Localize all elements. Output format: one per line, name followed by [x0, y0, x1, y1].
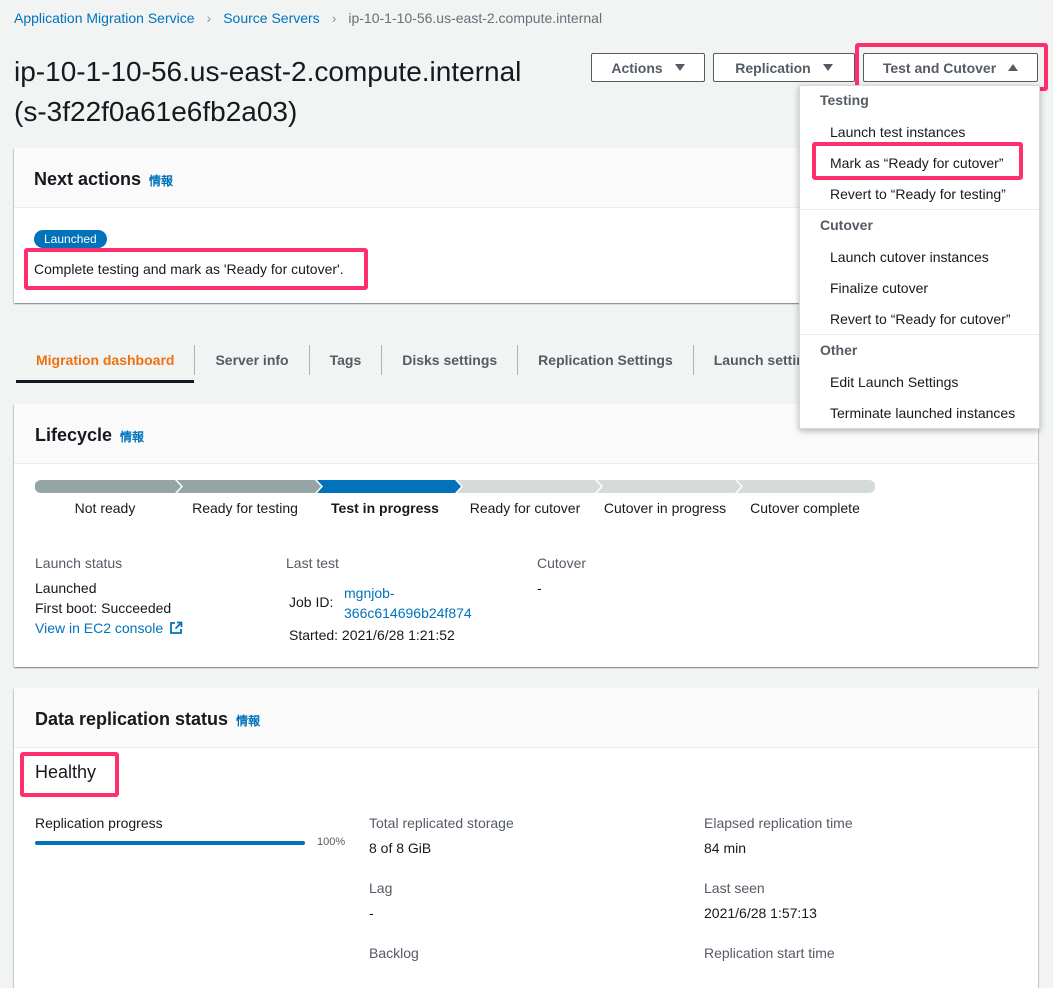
last-seen-value: 2021/6/28 1:57:13: [704, 905, 817, 921]
next-action-message: Complete testing and mark as 'Ready for …: [34, 261, 344, 277]
cutover-value: -: [537, 580, 542, 596]
next-actions-title: Next actions 情報: [34, 169, 173, 190]
tab-replication-settings[interactable]: Replication Settings: [517, 345, 693, 375]
lag-label: Lag: [369, 880, 393, 896]
chevron-right-icon: ›: [206, 10, 212, 26]
menu-divider: [800, 334, 1039, 335]
first-boot-status: First boot: Succeeded: [35, 600, 172, 616]
total-storage-label: Total replicated storage: [369, 815, 514, 831]
menu-item-launch-cutover-instances[interactable]: Launch cutover instances: [830, 249, 989, 265]
info-link[interactable]: 情報: [236, 714, 260, 728]
total-storage-value: 8 of 8 GiB: [369, 840, 432, 856]
menu-item-terminate-launched-instances[interactable]: Terminate launched instances: [830, 405, 1015, 421]
actions-button-label: Actions: [611, 59, 663, 76]
tab-disks-settings[interactable]: Disks settings: [381, 345, 517, 375]
active-tab-indicator: [16, 380, 194, 383]
lifecycle-step-test-in-progress: Test in progress: [331, 500, 439, 516]
tab-migration-dashboard[interactable]: Migration dashboard: [16, 345, 194, 375]
menu-group-other: Other: [820, 342, 858, 358]
breadcrumb-link-service[interactable]: Application Migration Service: [14, 10, 195, 26]
elapsed-time-value: 84 min: [704, 840, 747, 856]
replication-health-status: Healthy: [35, 762, 97, 782]
data-replication-title: Data replication status 情報: [35, 709, 260, 730]
info-link[interactable]: 情報: [120, 430, 144, 444]
lifecycle-step-bar-cutover-complete: [737, 480, 875, 493]
status-badge: Launched: [34, 230, 107, 248]
lifecycle-step-bar-ready-for-testing: [177, 480, 321, 493]
lifecycle-step-bar-not-ready: [35, 480, 181, 493]
replication-progress-label: Replication progress: [35, 815, 163, 831]
last-test-label: Last test: [286, 555, 339, 571]
next-actions-title-text: Next actions: [34, 169, 142, 189]
lifecycle-step-bar-ready-for-cutover: [457, 480, 601, 493]
cutover-label: Cutover: [537, 555, 587, 571]
menu-item-mark-ready-for-cutover[interactable]: Mark as “Ready for cutover”: [830, 155, 1004, 171]
backlog-label: Backlog: [369, 945, 419, 961]
lifecycle-step-ready-for-testing: Ready for testing: [192, 500, 298, 516]
tab-bar: Migration dashboard Server info Tags Dis…: [16, 336, 825, 384]
tab-tags[interactable]: Tags: [308, 345, 382, 375]
lifecycle-step-not-ready: Not ready: [74, 500, 136, 516]
breadcrumb: Application Migration Service › Source S…: [14, 10, 602, 26]
caret-up-icon: [1008, 64, 1019, 71]
test-and-cutover-button[interactable]: Test and Cutover: [863, 53, 1038, 82]
replication-start-time-label: Replication start time: [704, 945, 835, 961]
ec2-console-link[interactable]: View in EC2 console: [35, 620, 183, 636]
replication-button[interactable]: Replication: [713, 53, 855, 82]
menu-item-revert-ready-for-testing[interactable]: Revert to “Ready for testing”: [830, 186, 1006, 202]
job-id-link-line1[interactable]: mgnjob-: [344, 583, 472, 603]
launch-status-label: Launch status: [35, 555, 123, 571]
lifecycle-step-cutover-complete: Cutover complete: [750, 500, 860, 516]
chevron-right-icon: ›: [331, 10, 337, 26]
page-title-server-id: (s-3f22f0a61e6fb2a03): [14, 96, 298, 127]
lifecycle-step-bar-test-in-progress: [317, 480, 461, 493]
last-test-started: Started: 2021/6/28 1:21:52: [289, 627, 455, 643]
lifecycle-title-text: Lifecycle: [35, 425, 113, 445]
page-title-hostname: ip-10-1-10-56.us-east-2.compute.internal: [14, 56, 522, 87]
test-and-cutover-button-label: Test and Cutover: [882, 59, 997, 76]
data-replication-title-text: Data replication status: [35, 709, 229, 729]
breadcrumb-link-source-servers[interactable]: Source Servers: [223, 10, 319, 26]
test-and-cutover-menu: Testing Launch test instances Mark as “R…: [799, 85, 1040, 429]
caret-down-icon: [674, 64, 685, 71]
info-link[interactable]: 情報: [149, 174, 173, 188]
last-seen-label: Last seen: [704, 880, 765, 896]
replication-button-label: Replication: [735, 59, 811, 76]
lifecycle-title: Lifecycle 情報: [35, 425, 144, 446]
launch-status-value: Launched: [35, 580, 97, 596]
ec2-console-link-text[interactable]: View in EC2 console: [35, 620, 163, 636]
elapsed-time-label: Elapsed replication time: [704, 815, 853, 831]
actions-button[interactable]: Actions: [591, 53, 705, 82]
menu-item-finalize-cutover[interactable]: Finalize cutover: [830, 280, 928, 296]
lifecycle-progress-bar: [35, 480, 875, 493]
caret-down-icon: [822, 64, 833, 71]
data-replication-panel: Data replication status 情報: [14, 688, 1038, 988]
menu-group-testing: Testing: [820, 92, 869, 108]
tab-server-info[interactable]: Server info: [194, 345, 308, 375]
menu-item-revert-ready-for-cutover[interactable]: Revert to “Ready for cutover”: [830, 311, 1011, 327]
job-id-link-line2[interactable]: 366c614696b24f874: [344, 603, 472, 623]
lifecycle-step-cutover-in-progress: Cutover in progress: [603, 500, 727, 516]
job-id-label: Job ID:: [289, 594, 334, 610]
menu-divider: [800, 209, 1039, 210]
replication-progress-percent: 100%: [317, 836, 346, 848]
external-link-icon: [170, 621, 183, 634]
menu-group-cutover: Cutover: [820, 217, 873, 233]
page-title: ip-10-1-10-56.us-east-2.compute.internal…: [14, 52, 521, 132]
menu-item-launch-test-instances[interactable]: Launch test instances: [830, 124, 965, 140]
lifecycle-step-ready-for-cutover: Ready for cutover: [469, 500, 581, 516]
replication-progress-bar: [35, 841, 305, 845]
menu-item-edit-launch-settings[interactable]: Edit Launch Settings: [830, 374, 958, 390]
lifecycle-step-bar-cutover-in-progress: [597, 480, 741, 493]
job-id-link[interactable]: mgnjob- 366c614696b24f874: [344, 583, 472, 623]
lag-value: -: [369, 905, 374, 921]
breadcrumb-current: ip-10-1-10-56.us-east-2.compute.internal: [348, 10, 603, 26]
